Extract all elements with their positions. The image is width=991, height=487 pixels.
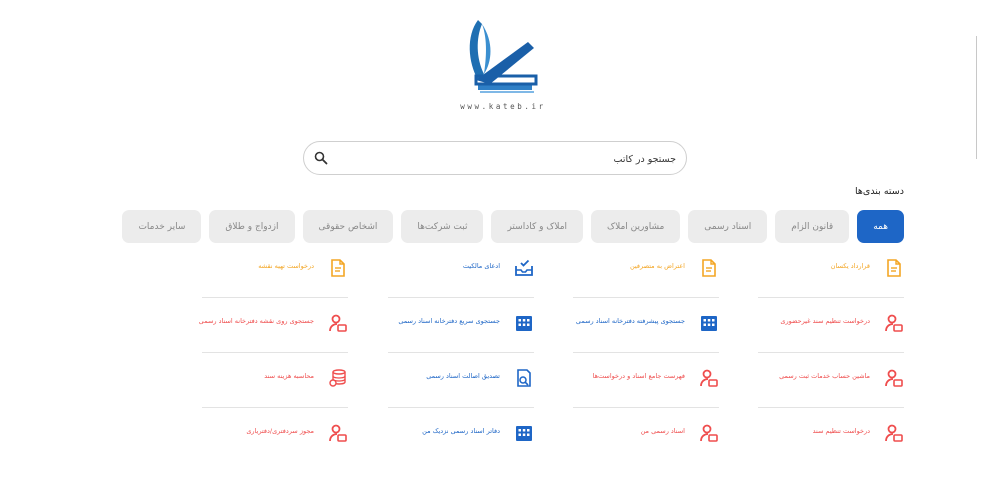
service-item[interactable]: اسناد رسمی من	[559, 423, 719, 463]
scrollbar[interactable]	[976, 36, 977, 159]
row-divider	[388, 297, 534, 298]
service-label: جستجوی پیشرفته دفترخانه اسناد رسمی	[575, 317, 685, 325]
search-input[interactable]	[338, 144, 678, 174]
building-icon	[514, 313, 534, 333]
service-label: درخواست تنظیم سند غیرحضوری	[780, 317, 870, 325]
service-label: ماشین حساب خدمات ثبت رسمی	[779, 372, 870, 380]
verify-icon	[514, 368, 534, 388]
service-item[interactable]: جستجوی سریع دفترخانه اسناد رسمی	[374, 313, 534, 353]
document-icon	[699, 258, 719, 278]
service-item[interactable]: قرارداد یکسان	[744, 258, 904, 298]
user-icon	[699, 423, 719, 443]
service-label: جستجوی روی نقشه دفترخانه اسناد رسمی	[198, 317, 314, 325]
feather-book-logo-icon	[469, 20, 538, 93]
tab-other-services[interactable]: سایر خدمات	[122, 210, 202, 243]
building-icon	[699, 313, 719, 333]
document-icon	[328, 258, 348, 278]
tab-marriage-divorce[interactable]: ازدواج و طلاق	[209, 210, 295, 243]
row-divider	[573, 407, 719, 408]
row-divider	[202, 352, 348, 353]
service-label: مجوز سردفتری/دفتریاری	[246, 427, 314, 435]
user-icon	[884, 313, 904, 333]
service-label: فهرست جامع اسناد و درخواست‌ها	[592, 372, 685, 380]
service-label: دفاتر اسناد رسمی نزدیک من	[422, 427, 500, 435]
tab-enforcement-law[interactable]: قانون الزام	[775, 210, 850, 243]
tab-real-estate-agents[interactable]: مشاورین املاک	[591, 210, 681, 243]
user-icon	[699, 368, 719, 388]
row-divider	[202, 407, 348, 408]
service-item[interactable]: تصدیق اصالت اسناد رسمی	[374, 368, 534, 408]
service-item[interactable]: جستجوی پیشرفته دفترخانه اسناد رسمی	[559, 313, 719, 353]
service-item[interactable]: مجوز سردفتری/دفتریاری	[188, 423, 348, 463]
row-divider	[202, 297, 348, 298]
logo-url-text: www.kateb.ir	[460, 102, 546, 111]
service-item[interactable]: ماشین حساب خدمات ثبت رسمی	[744, 368, 904, 408]
service-label: اسناد رسمی من	[640, 427, 685, 435]
search-icon[interactable]	[314, 151, 328, 165]
service-label: درخواست تهیه نقشه	[258, 262, 314, 270]
categories-title: دسته بندی‌ها	[854, 186, 904, 197]
search-box[interactable]	[303, 141, 687, 175]
category-tabs: همه قانون الزام اسناد رسمی مشاورین املاک…	[122, 210, 904, 243]
service-item[interactable]: فهرست جامع اسناد و درخواست‌ها	[559, 368, 719, 408]
tab-official-documents[interactable]: اسناد رسمی	[688, 210, 768, 243]
row-divider	[758, 407, 904, 408]
service-item[interactable]: ادعای مالکیت	[374, 258, 534, 298]
service-item[interactable]: محاسبه هزینه سند	[188, 368, 348, 408]
row-divider	[573, 297, 719, 298]
inbox-check-icon	[514, 258, 534, 278]
user-icon	[884, 368, 904, 388]
service-item[interactable]: جستجوی روی نقشه دفترخانه اسناد رسمی	[188, 313, 348, 353]
service-item[interactable]: اعتراض به متصرفین	[559, 258, 719, 298]
service-label: محاسبه هزینه سند	[264, 372, 314, 380]
user-icon	[328, 313, 348, 333]
row-divider	[388, 352, 534, 353]
service-item[interactable]: دفاتر اسناد رسمی نزدیک من	[374, 423, 534, 463]
service-label: تصدیق اصالت اسناد رسمی	[426, 372, 500, 380]
coins-icon	[328, 368, 348, 388]
row-divider	[758, 297, 904, 298]
tab-legal-entities[interactable]: اشخاص حقوقی	[302, 210, 394, 243]
service-label: جستجوی سریع دفترخانه اسناد رسمی	[398, 317, 500, 325]
tab-property-cadastre[interactable]: املاک و کاداستر	[491, 210, 584, 243]
building-icon	[514, 423, 534, 443]
user-icon	[328, 423, 348, 443]
kateb-logo[interactable]: www.kateb.ir	[448, 14, 558, 126]
service-label: ادعای مالکیت	[462, 262, 500, 270]
tab-all[interactable]: همه	[857, 210, 904, 243]
service-label: درخواست تنظیم سند	[812, 427, 870, 435]
service-item[interactable]: درخواست تنظیم سند غیرحضوری	[744, 313, 904, 353]
row-divider	[758, 352, 904, 353]
service-item[interactable]: درخواست تهیه نقشه	[188, 258, 348, 298]
row-divider	[388, 407, 534, 408]
service-label: قرارداد یکسان	[830, 262, 870, 270]
service-label: اعتراض به متصرفین	[629, 262, 685, 270]
service-item[interactable]: درخواست تنظیم سند	[744, 423, 904, 463]
user-icon	[884, 423, 904, 443]
document-icon	[884, 258, 904, 278]
tab-company-registration[interactable]: ثبت شرکت‌ها	[401, 210, 484, 243]
row-divider	[573, 352, 719, 353]
